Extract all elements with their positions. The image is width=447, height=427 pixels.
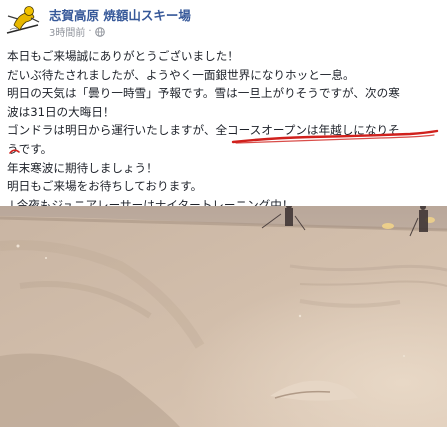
post-line-7: 年末寒波に期待しましょう！ — [7, 160, 158, 175]
post-header: 志賀高原 焼額山スキー場 3時間前 · — [0, 0, 447, 42]
post-line-6: うです。 — [7, 141, 53, 156]
meta-separator: · — [88, 26, 92, 37]
post-line-1: 本日もご来場誠にありがとうございました！ — [7, 49, 239, 63]
post-photo[interactable] — [0, 206, 447, 427]
page-name-link[interactable]: 志賀高原 焼額山スキー場 — [49, 5, 191, 24]
post-text: 本日もご来場誠にありがとうございました！ だいぶ待たされましたが、ようやく一面銀… — [7, 47, 443, 214]
post-line-2: だいぶ待たされましたが、ようやく一面銀世界になりホッと一息。 — [7, 67, 355, 82]
post-timestamp[interactable]: 3時間前 — [49, 24, 85, 39]
post-line-4: 波は31日の大晦日！ — [7, 104, 115, 119]
post-line-8: 明日もご来場をお待ちしております。 — [7, 179, 203, 194]
ski-mascot-icon — [4, 3, 42, 39]
post-line-3: 明日の天気は「曇り一時雪」予報です。雪は一旦上がりそうですが、次の寒 — [7, 86, 400, 101]
post-meta: 3時間前 · — [49, 24, 105, 39]
page-avatar[interactable] — [4, 3, 42, 39]
globe-icon[interactable] — [94, 26, 105, 37]
post-line-5: ゴンドラは明日から運行いたしますが、全コースオープンは年越しになりそ — [7, 123, 400, 138]
ski-slope-photo — [0, 206, 447, 427]
